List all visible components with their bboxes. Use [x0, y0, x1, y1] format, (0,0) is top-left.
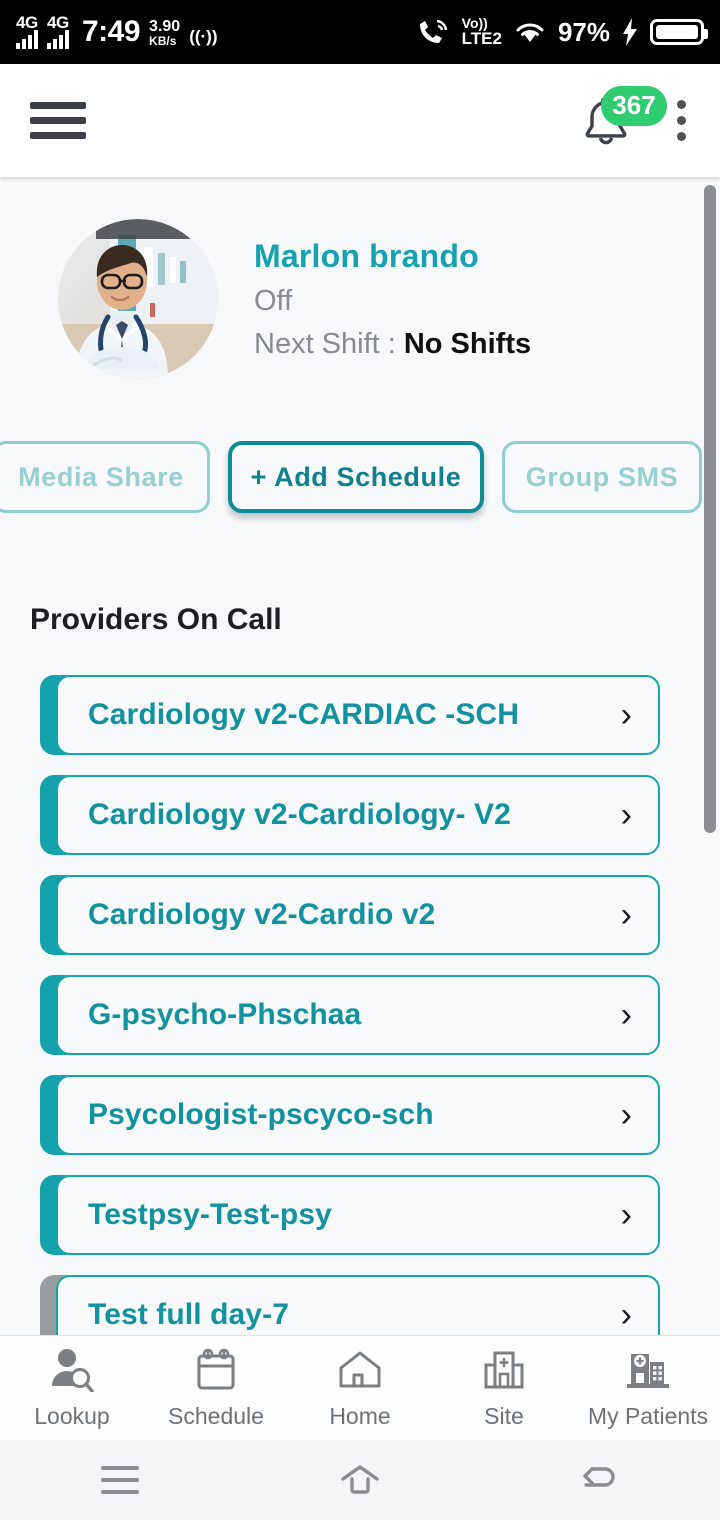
tab-label: Site	[484, 1403, 524, 1429]
hospital-building-icon	[484, 1351, 524, 1389]
call-signal-icon	[419, 19, 447, 43]
wifi-icon	[516, 23, 544, 42]
hotspot-icon: ((·))	[189, 27, 218, 46]
profile-status: Off	[254, 284, 293, 317]
chevron-right-icon: ›	[620, 996, 632, 1034]
list-item-label: G-psycho-Phschaa	[88, 998, 362, 1031]
calendar-icon	[197, 1348, 235, 1390]
system-navigation-bar	[0, 1440, 720, 1520]
list-item[interactable]: Cardiology v2-Cardiology- V2 ›	[40, 775, 660, 855]
vertical-scrollbar[interactable]	[704, 185, 716, 833]
data-speed-unit: KB/s	[149, 34, 177, 48]
tab-label: Home	[329, 1403, 391, 1429]
recent-apps-icon	[101, 1466, 139, 1494]
bottom-tab-bar: Lookup Schedule Home Site My Patients	[0, 1335, 720, 1440]
tab-schedule[interactable]: Schedule	[144, 1346, 288, 1430]
list-item-label: Test full day-7	[88, 1298, 289, 1331]
next-shift-row: Next Shift : No Shifts	[254, 328, 531, 361]
avatar[interactable]	[58, 219, 218, 379]
list-item-label: Psycologist-pscyco-sch	[88, 1098, 434, 1131]
list-item[interactable]: Test full day-7 ›	[40, 1275, 660, 1335]
back-button[interactable]	[480, 1463, 720, 1497]
volte-bottom-label: LTE2	[461, 29, 502, 49]
add-schedule-button[interactable]: + Add Schedule	[228, 441, 484, 513]
media-share-button[interactable]: Media Share	[0, 441, 210, 513]
notification-badge: 367	[601, 85, 667, 126]
app-root: 4G 4G 7:49 3.90 KB/s ((·)) Vo)) LTE2 97%…	[0, 0, 720, 1520]
list-item[interactable]: Testpsy-Test-psy ›	[40, 1175, 660, 1255]
volte-indicator: Vo)) LTE2	[462, 16, 502, 49]
signal-1-icon: 4G	[16, 13, 38, 49]
providers-list: Cardiology v2-CARDIAC -SCH › Cardiology …	[0, 637, 720, 1335]
page-title: Providers On Call	[30, 603, 282, 636]
list-item[interactable]: Psycologist-pscyco-sch ›	[40, 1075, 660, 1155]
doctor-avatar-image	[58, 219, 218, 379]
list-item-label: Cardiology v2-Cardiology- V2	[88, 798, 511, 831]
list-item-label: Cardiology v2-Cardio v2	[88, 898, 436, 931]
page-body: Marlon brando Off Next Shift : No Shifts …	[0, 177, 720, 1335]
status-bar: 4G 4G 7:49 3.90 KB/s ((·)) Vo)) LTE2 97%	[0, 0, 720, 64]
list-item[interactable]: Cardiology v2-Cardio v2 ›	[40, 875, 660, 955]
bolt-icon	[623, 18, 637, 46]
list-item-label: Testpsy-Test-psy	[88, 1198, 332, 1231]
tab-lookup[interactable]: Lookup	[0, 1346, 144, 1430]
network-2-label: 4G	[47, 13, 69, 32]
network-1-label: 4G	[16, 13, 38, 32]
tab-label: My Patients	[587, 1403, 709, 1429]
recent-apps-button[interactable]	[0, 1466, 240, 1494]
action-button-row: Media Share + Add Schedule Group SMS	[0, 379, 720, 513]
chevron-right-icon: ›	[620, 1296, 632, 1334]
volte-top-label: Vo))	[461, 14, 488, 31]
data-speed: 3.90 KB/s	[149, 18, 181, 48]
tab-my-patients[interactable]: My Patients	[576, 1346, 720, 1430]
tab-label: Schedule	[168, 1403, 264, 1429]
profile-name: Marlon brando	[254, 237, 479, 274]
status-clock: 7:49	[82, 15, 141, 48]
tab-home[interactable]: Home	[288, 1346, 432, 1430]
notifications-button[interactable]: 367	[575, 85, 667, 152]
battery-icon	[650, 19, 708, 45]
tab-label: Lookup	[34, 1403, 110, 1429]
tab-site[interactable]: Site	[432, 1346, 576, 1430]
chevron-right-icon: ›	[620, 796, 632, 834]
kebab-menu-icon[interactable]	[673, 96, 690, 145]
list-item[interactable]: G-psycho-Phschaa ›	[40, 975, 660, 1055]
group-sms-button[interactable]: Group SMS	[502, 441, 702, 513]
next-shift-label: Next Shift :	[254, 327, 396, 360]
list-item[interactable]: Cardiology v2-CARDIAC -SCH ›	[40, 675, 660, 755]
hamburger-menu-icon[interactable]	[30, 96, 86, 145]
data-speed-value: 3.90	[149, 18, 181, 35]
profile-card: Marlon brando Off Next Shift : No Shifts	[0, 177, 720, 379]
battery-percent: 97%	[557, 16, 610, 47]
hospital-patients-icon	[627, 1354, 669, 1388]
app-header: 367	[0, 64, 720, 177]
list-item-label: Cardiology v2-CARDIAC -SCH	[88, 698, 519, 731]
house-icon	[339, 1351, 381, 1388]
next-shift-value: No Shifts	[403, 327, 532, 360]
chevron-right-icon: ›	[620, 696, 632, 734]
chevron-right-icon: ›	[620, 1196, 632, 1234]
signal-2-icon: 4G	[47, 13, 69, 49]
home-icon	[341, 1465, 379, 1494]
back-icon	[583, 1467, 615, 1487]
chevron-right-icon: ›	[620, 896, 632, 934]
chevron-right-icon: ›	[620, 1096, 632, 1134]
home-button[interactable]	[240, 1463, 480, 1497]
person-search-icon	[52, 1349, 94, 1392]
